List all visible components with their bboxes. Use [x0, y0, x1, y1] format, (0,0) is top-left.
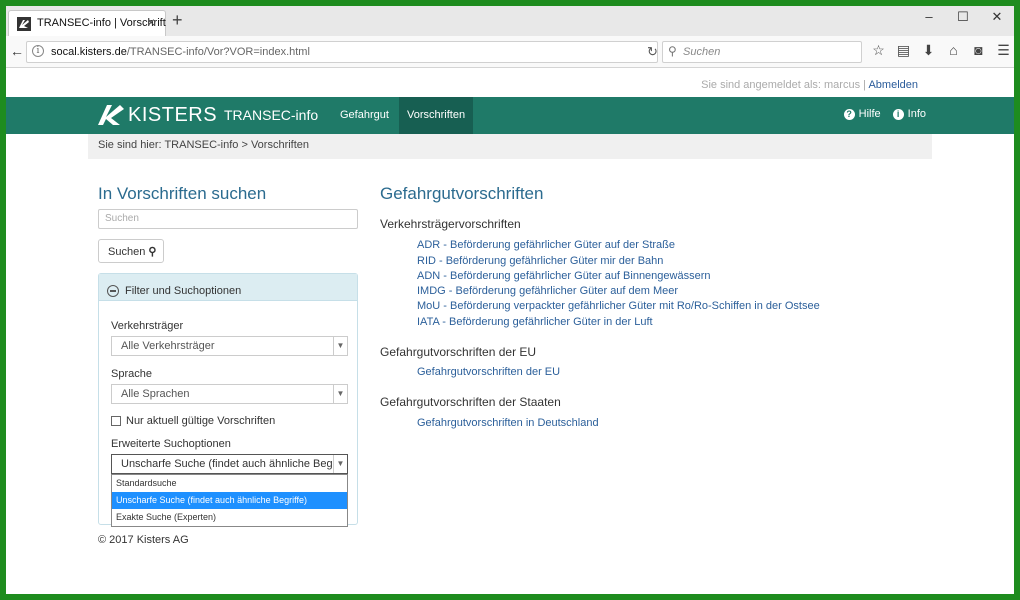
- link-iata[interactable]: IATA - Beförderung gefährlicher Güter in…: [417, 316, 653, 328]
- language-label: Sprache: [111, 368, 152, 380]
- help-label: Hilfe: [858, 108, 881, 120]
- back-arrow-icon[interactable]: ←: [10, 43, 24, 59]
- reading-list-icon[interactable]: ▤: [891, 42, 916, 59]
- pocket-icon[interactable]: ◙: [966, 42, 991, 59]
- search-heading: In Vorschriften suchen: [98, 184, 267, 203]
- kisters-logo[interactable]: KISTERS: [98, 104, 217, 126]
- url-text: socal.kisters.de/TRANSEC-info/Vor?VOR=in…: [51, 46, 310, 58]
- menu-hamburger-icon[interactable]: ☰: [991, 42, 1014, 59]
- dropdown-option-fuzzy[interactable]: Unscharfe Suche (findet auch ähnliche Be…: [112, 492, 347, 509]
- browser-tab[interactable]: TRANSEC-info | Vorschrift ×: [8, 10, 166, 36]
- carrier-select[interactable]: Alle Verkehrsträger ▼: [111, 336, 348, 356]
- link-adr[interactable]: ADR - Beförderung gefährlicher Güter auf…: [417, 239, 675, 251]
- window-controls: – ☐ ✕: [912, 6, 1014, 30]
- bookmark-star-icon[interactable]: ☆: [866, 42, 891, 59]
- minimize-button[interactable]: –: [912, 6, 946, 30]
- link-eu[interactable]: Gefahrgutvorschriften der EU: [417, 366, 560, 378]
- nav-gefahrgut[interactable]: Gefahrgut: [332, 97, 397, 134]
- site-header: KISTERS TRANSEC-info Gefahrgut Vorschrif…: [6, 97, 1014, 134]
- search-button[interactable]: Suchen ⚲: [98, 239, 164, 263]
- section-heading: Verkehrsträgervorschriften: [380, 217, 521, 231]
- dropdown-option-exact[interactable]: Exakte Suche (Experten): [112, 509, 347, 526]
- info-link[interactable]: i Info: [892, 108, 926, 120]
- link-deutschland[interactable]: Gefahrgutvorschriften in Deutschland: [417, 417, 599, 429]
- collapse-minus-icon: [107, 284, 119, 297]
- toolbar-icons: ☆ ▤ ⬇ ⌂ ◙ ☰: [866, 42, 1014, 59]
- kisters-logo-mark-icon: [98, 105, 124, 125]
- brand-title[interactable]: TRANSEC-info: [224, 107, 318, 123]
- kisters-favicon-icon: [17, 17, 31, 31]
- carrier-select-value: Alle Verkehrsträger: [121, 340, 215, 352]
- browser-search-box[interactable]: ⚲ Suchen: [662, 41, 862, 63]
- search-input[interactable]: Suchen: [98, 209, 358, 229]
- link-rid[interactable]: RID - Beförderung gefährlicher Güter mir…: [417, 255, 663, 267]
- filter-title: Filter und Suchoptionen: [125, 284, 242, 297]
- url-host: socal.kisters.de: [51, 46, 127, 58]
- chevron-down-icon: ▼: [333, 455, 347, 473]
- content-title: Gefahrgutvorschriften: [380, 184, 544, 203]
- browser-toolbar: ← i socal.kisters.de/TRANSEC-info/Vor?VO…: [6, 36, 1014, 68]
- only-valid-checkbox[interactable]: [111, 416, 121, 426]
- help-link[interactable]: ? Hilfe: [843, 108, 881, 120]
- section-heading: Gefahrgutvorschriften der Staaten: [380, 395, 561, 409]
- new-tab-button[interactable]: +: [172, 10, 183, 31]
- close-window-button[interactable]: ✕: [980, 6, 1014, 30]
- browser-window: TRANSEC-info | Vorschrift × + – ☐ ✕ ← i …: [6, 6, 1014, 594]
- advanced-dropdown-list: Standardsuche Unscharfe Suche (findet au…: [111, 474, 348, 527]
- header-right-nav: ? Hilfe i Info: [843, 108, 926, 120]
- question-circle-icon: ?: [843, 109, 855, 120]
- tab-close-icon[interactable]: ×: [147, 14, 155, 30]
- reload-icon[interactable]: ↻: [647, 44, 658, 60]
- link-imdg[interactable]: IMDG - Beförderung gefährlicher Güter au…: [417, 285, 678, 297]
- language-select[interactable]: Alle Sprachen ▼: [111, 384, 348, 404]
- search-icon: ⚲: [668, 44, 677, 58]
- advanced-select-value: Unscharfe Suche (findet auch ähnliche Be…: [121, 458, 333, 470]
- chevron-down-icon: ▼: [333, 385, 347, 403]
- browser-search-placeholder: Suchen: [683, 46, 721, 58]
- address-bar[interactable]: i socal.kisters.de/TRANSEC-info/Vor?VOR=…: [26, 41, 658, 63]
- logo-text: KISTERS: [128, 103, 218, 126]
- filter-panel-header[interactable]: Filter und Suchoptionen: [99, 274, 357, 301]
- carrier-label: Verkehrsträger: [111, 320, 184, 332]
- advanced-select[interactable]: Unscharfe Suche (findet auch ähnliche Be…: [111, 454, 348, 474]
- site-info-icon[interactable]: i: [32, 45, 44, 57]
- dropdown-option-standard[interactable]: Standardsuche: [112, 475, 347, 492]
- magnifier-icon: ⚲: [148, 246, 157, 258]
- only-valid-label[interactable]: Nur aktuell gültige Vorschriften: [126, 415, 275, 427]
- nav-vorschriften[interactable]: Vorschriften: [399, 97, 474, 134]
- download-icon[interactable]: ⬇: [916, 42, 941, 59]
- link-mou[interactable]: MoU - Beförderung verpackter gefährliche…: [417, 300, 820, 312]
- tab-bar: TRANSEC-info | Vorschrift × + – ☐ ✕: [6, 6, 1014, 36]
- logged-in-text: Sie sind angemeldet als: marcus |: [701, 79, 866, 91]
- filter-panel: Filter und Suchoptionen Verkehrsträger A…: [98, 273, 358, 527]
- footer-copyright: © 2017 Kisters AG: [98, 534, 189, 546]
- url-path: /TRANSEC-info/Vor?VOR=index.html: [126, 46, 310, 58]
- logout-link[interactable]: Abmelden: [868, 79, 918, 91]
- breadcrumb: Sie sind hier: TRANSEC-info > Vorschrift…: [88, 134, 932, 159]
- login-status: Sie sind angemeldet als: marcus | Abmeld…: [701, 79, 918, 91]
- section-heading: Gefahrgutvorschriften der EU: [380, 345, 537, 359]
- advanced-label: Erweiterte Suchoptionen: [111, 438, 231, 450]
- home-icon[interactable]: ⌂: [941, 42, 966, 59]
- maximize-button[interactable]: ☐: [946, 6, 980, 30]
- language-select-value: Alle Sprachen: [121, 388, 190, 400]
- search-button-label: Suchen: [108, 246, 146, 258]
- chevron-down-icon: ▼: [333, 337, 347, 355]
- link-adn[interactable]: ADN - Beförderung gefährlicher Güter auf…: [417, 270, 711, 282]
- info-label: Info: [907, 108, 926, 120]
- info-circle-icon: i: [892, 109, 904, 120]
